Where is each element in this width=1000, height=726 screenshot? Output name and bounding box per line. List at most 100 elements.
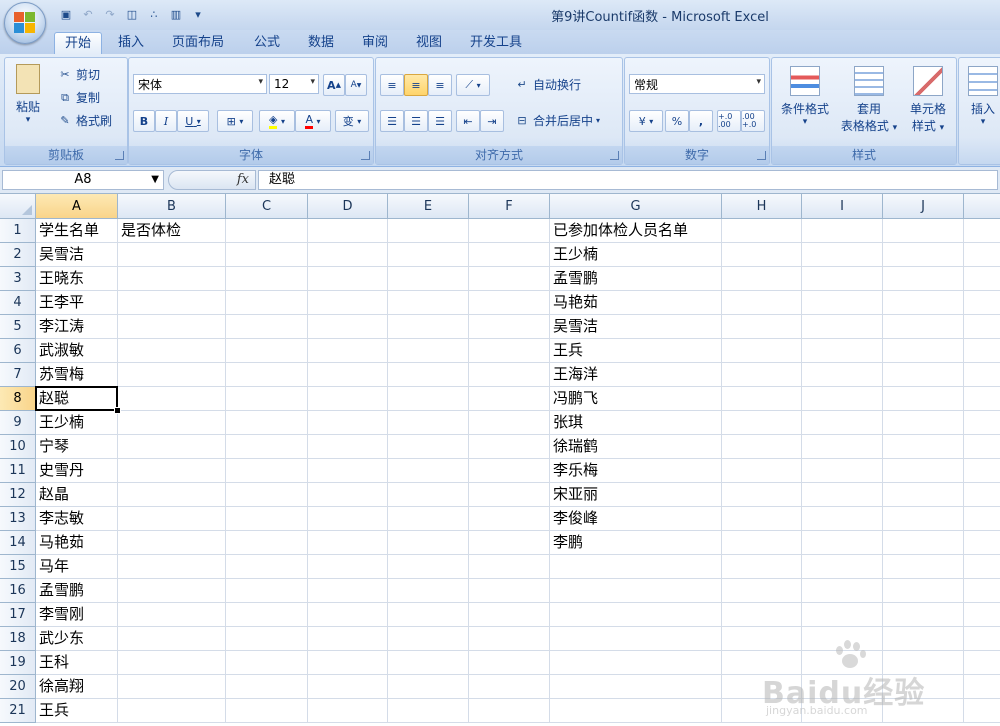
cell-h10[interactable]: [722, 435, 802, 459]
cell-j11[interactable]: [883, 459, 964, 483]
cell-e19[interactable]: [388, 651, 469, 675]
align-top-button[interactable]: ≡: [380, 74, 404, 96]
cell-c5[interactable]: [226, 315, 308, 339]
tab-view[interactable]: 视图: [406, 32, 452, 54]
cell-j6[interactable]: [883, 339, 964, 363]
cell-b16[interactable]: [118, 579, 226, 603]
cell-j13[interactable]: [883, 507, 964, 531]
row-header-10[interactable]: 10: [0, 435, 36, 459]
row-header-11[interactable]: 11: [0, 459, 36, 483]
paste-button[interactable]: 粘贴 ▾: [11, 64, 45, 125]
grow-font-button[interactable]: A ▲: [323, 74, 345, 96]
cell-k17[interactable]: [964, 603, 1000, 627]
cell-k6[interactable]: [964, 339, 1000, 363]
cell-b4[interactable]: [118, 291, 226, 315]
tab-developer[interactable]: 开发工具: [460, 32, 532, 54]
cell-d17[interactable]: [308, 603, 388, 627]
cell-f8[interactable]: [469, 387, 550, 411]
accounting-format-button[interactable]: ¥ ▾: [629, 110, 663, 132]
cell-c13[interactable]: [226, 507, 308, 531]
row-header-8[interactable]: 8: [0, 387, 36, 411]
alignment-launcher-icon[interactable]: [610, 151, 619, 160]
cell-k2[interactable]: [964, 243, 1000, 267]
cell-i10[interactable]: [802, 435, 883, 459]
cell-e17[interactable]: [388, 603, 469, 627]
cell-c8[interactable]: [226, 387, 308, 411]
cell-f5[interactable]: [469, 315, 550, 339]
cell-j1[interactable]: [883, 219, 964, 243]
column-header-g[interactable]: G: [550, 194, 722, 219]
phonetic-button[interactable]: 变 ▾: [335, 110, 369, 132]
cell-h4[interactable]: [722, 291, 802, 315]
cell-g3[interactable]: 孟雪鹏: [550, 267, 722, 291]
row-header-13[interactable]: 13: [0, 507, 36, 531]
cell-a8[interactable]: 赵聪: [36, 387, 118, 411]
insert-function-icon[interactable]: fx: [237, 172, 249, 187]
cell-i4[interactable]: [802, 291, 883, 315]
cell-i2[interactable]: [802, 243, 883, 267]
cell-a19[interactable]: 王科: [36, 651, 118, 675]
cell-g12[interactable]: 宋亚丽: [550, 483, 722, 507]
cell-f14[interactable]: [469, 531, 550, 555]
cell-a20[interactable]: 徐高翔: [36, 675, 118, 699]
row-header-7[interactable]: 7: [0, 363, 36, 387]
cell-f15[interactable]: [469, 555, 550, 579]
cell-j17[interactable]: [883, 603, 964, 627]
increase-indent-button[interactable]: ⇥: [480, 110, 504, 132]
cell-c17[interactable]: [226, 603, 308, 627]
cell-d18[interactable]: [308, 627, 388, 651]
cell-g2[interactable]: 王少楠: [550, 243, 722, 267]
cell-e13[interactable]: [388, 507, 469, 531]
align-bottom-button[interactable]: ≡: [428, 74, 452, 96]
cell-d19[interactable]: [308, 651, 388, 675]
cell-e12[interactable]: [388, 483, 469, 507]
tab-page-layout[interactable]: 页面布局: [162, 32, 234, 54]
cell-f13[interactable]: [469, 507, 550, 531]
cell-b10[interactable]: [118, 435, 226, 459]
cell-e14[interactable]: [388, 531, 469, 555]
cell-c16[interactable]: [226, 579, 308, 603]
cell-c20[interactable]: [226, 675, 308, 699]
cell-j15[interactable]: [883, 555, 964, 579]
cell-a11[interactable]: 史雪丹: [36, 459, 118, 483]
cell-c9[interactable]: [226, 411, 308, 435]
font-size-combo[interactable]: 12 ▾: [269, 74, 319, 94]
column-header-a[interactable]: A: [36, 194, 118, 219]
italic-button[interactable]: I: [155, 110, 177, 132]
row-header-12[interactable]: 12: [0, 483, 36, 507]
cell-k13[interactable]: [964, 507, 1000, 531]
tab-formulas[interactable]: 公式: [244, 32, 290, 54]
cell-b2[interactable]: [118, 243, 226, 267]
cell-b19[interactable]: [118, 651, 226, 675]
office-button[interactable]: [4, 2, 46, 44]
cell-c15[interactable]: [226, 555, 308, 579]
cell-e21[interactable]: [388, 699, 469, 723]
cell-g4[interactable]: 马艳茹: [550, 291, 722, 315]
cell-g19[interactable]: [550, 651, 722, 675]
cell-k10[interactable]: [964, 435, 1000, 459]
align-middle-button[interactable]: ≡: [404, 74, 428, 96]
cell-d9[interactable]: [308, 411, 388, 435]
column-header-d[interactable]: D: [308, 194, 388, 219]
cell-e4[interactable]: [388, 291, 469, 315]
cell-a4[interactable]: 王李平: [36, 291, 118, 315]
cell-e20[interactable]: [388, 675, 469, 699]
row-header-17[interactable]: 17: [0, 603, 36, 627]
cell-d20[interactable]: [308, 675, 388, 699]
cell-i3[interactable]: [802, 267, 883, 291]
cell-e8[interactable]: [388, 387, 469, 411]
shrink-font-button[interactable]: A ▼: [345, 74, 367, 96]
cell-e5[interactable]: [388, 315, 469, 339]
cell-g18[interactable]: [550, 627, 722, 651]
cell-d3[interactable]: [308, 267, 388, 291]
cell-f21[interactable]: [469, 699, 550, 723]
row-header-16[interactable]: 16: [0, 579, 36, 603]
increase-decimal-button[interactable]: +.0 .00: [717, 110, 741, 132]
cell-f2[interactable]: [469, 243, 550, 267]
cell-f11[interactable]: [469, 459, 550, 483]
cell-d12[interactable]: [308, 483, 388, 507]
column-header-f[interactable]: F: [469, 194, 550, 219]
cell-d21[interactable]: [308, 699, 388, 723]
cell-b12[interactable]: [118, 483, 226, 507]
column-header-k[interactable]: [964, 194, 1000, 219]
